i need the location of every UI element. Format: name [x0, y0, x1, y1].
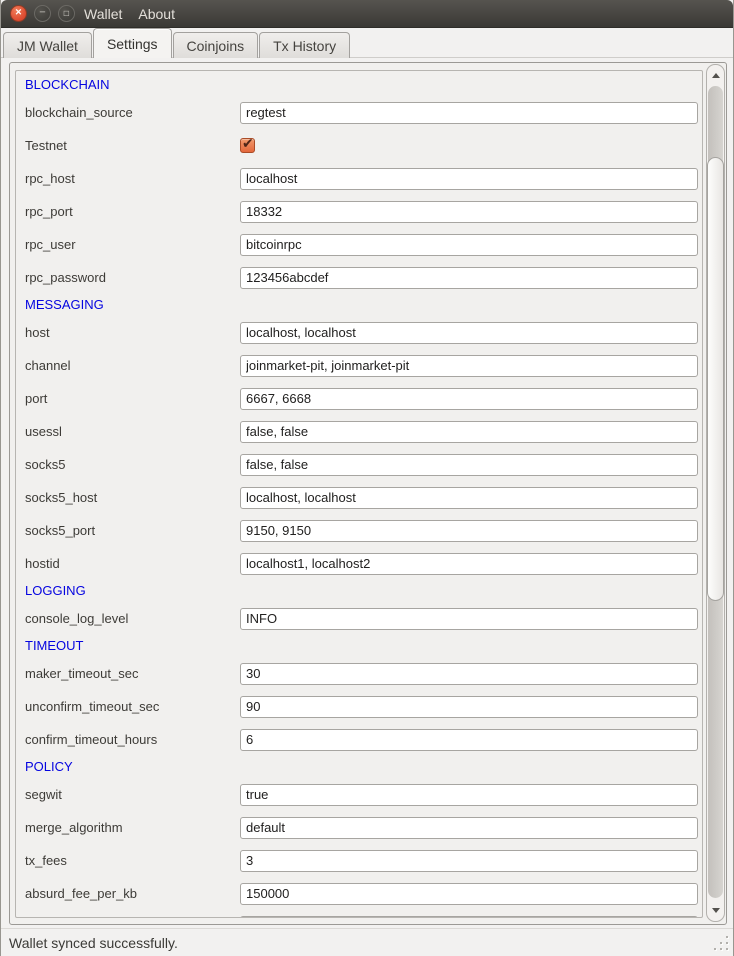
- settings-row: hostid: [16, 547, 702, 580]
- field-label: socks5_port: [25, 523, 240, 538]
- field-input[interactable]: [240, 102, 698, 124]
- field-input[interactable]: [240, 608, 698, 630]
- field-label: hostid: [25, 556, 240, 571]
- settings-row: rpc_port: [16, 195, 702, 228]
- tab-jm-wallet[interactable]: JM Wallet: [3, 32, 92, 58]
- field-input[interactable]: [240, 553, 698, 575]
- field-input[interactable]: [240, 916, 698, 919]
- settings-row: confirm_timeout_hours: [16, 723, 702, 756]
- field-label: port: [25, 391, 240, 406]
- field-input[interactable]: [240, 729, 698, 751]
- field-label: rpc_password: [25, 270, 240, 285]
- field-label: tx_fees: [25, 853, 240, 868]
- settings-row: absurd_fee_per_kb: [16, 877, 702, 910]
- menu-about[interactable]: About: [131, 2, 182, 26]
- field-input[interactable]: [240, 487, 698, 509]
- minimize-icon: −: [39, 8, 45, 19]
- field-input[interactable]: [240, 784, 698, 806]
- titlebar: × − ◻ Wallet About: [1, 0, 733, 28]
- tab-settings[interactable]: Settings: [93, 28, 172, 58]
- settings-row: [16, 910, 702, 918]
- vertical-scrollbar[interactable]: [706, 64, 725, 922]
- field-label: Testnet: [25, 138, 240, 153]
- settings-row: Testnet✔: [16, 129, 702, 162]
- field-input[interactable]: [240, 421, 698, 443]
- field-label: confirm_timeout_hours: [25, 732, 240, 747]
- field-input[interactable]: [240, 817, 698, 839]
- settings-row: port: [16, 382, 702, 415]
- field-label: segwit: [25, 787, 240, 802]
- maximize-button[interactable]: ◻: [58, 5, 75, 22]
- settings-pane: BLOCKCHAIN blockchain_source Testnet✔ rpc_h…: [1, 58, 733, 928]
- field-label: merge_algorithm: [25, 820, 240, 835]
- settings-row: rpc_user: [16, 228, 702, 261]
- field-input[interactable]: [240, 520, 698, 542]
- field-input[interactable]: [240, 168, 698, 190]
- section-header-messaging: MESSAGING: [16, 294, 702, 316]
- close-button[interactable]: ×: [10, 5, 27, 22]
- resize-grip[interactable]: [714, 936, 729, 951]
- testnet-checkbox[interactable]: ✔: [240, 138, 255, 153]
- scrollbar-thumb[interactable]: [707, 157, 724, 601]
- maximize-icon: ◻: [63, 9, 70, 17]
- tab-coinjoins[interactable]: Coinjoins: [173, 32, 259, 58]
- field-input[interactable]: [240, 234, 698, 256]
- settings-row: console_log_level: [16, 602, 702, 635]
- settings-row: channel: [16, 349, 702, 382]
- status-bar: Wallet synced successfully.: [1, 928, 733, 956]
- field-input[interactable]: [240, 883, 698, 905]
- status-text: Wallet synced successfully.: [9, 935, 178, 951]
- field-input[interactable]: [240, 850, 698, 872]
- field-label: rpc_host: [25, 171, 240, 186]
- field-label: rpc_user: [25, 237, 240, 252]
- settings-row: rpc_password: [16, 261, 702, 294]
- section-header-logging: LOGGING: [16, 580, 702, 602]
- wallet-window: × − ◻ Wallet About JM WalletSettingsCoin…: [0, 0, 734, 956]
- field-input[interactable]: [240, 696, 698, 718]
- section-header-blockchain: BLOCKCHAIN: [16, 74, 702, 96]
- field-input[interactable]: [240, 663, 698, 685]
- settings-row: blockchain_source: [16, 96, 702, 129]
- field-label: socks5_host: [25, 490, 240, 505]
- section-header-policy: POLICY: [16, 756, 702, 778]
- settings-row: merge_algorithm: [16, 811, 702, 844]
- field-input[interactable]: [240, 454, 698, 476]
- settings-row: rpc_host: [16, 162, 702, 195]
- settings-row: socks5_host: [16, 481, 702, 514]
- close-icon: ×: [15, 8, 21, 19]
- settings-row: socks5_port: [16, 514, 702, 547]
- field-input[interactable]: [240, 388, 698, 410]
- settings-row: usessl: [16, 415, 702, 448]
- settings-row: maker_timeout_sec: [16, 657, 702, 690]
- field-input[interactable]: [240, 267, 698, 289]
- minimize-button[interactable]: −: [34, 5, 51, 22]
- field-input[interactable]: [240, 355, 698, 377]
- field-input[interactable]: [240, 201, 698, 223]
- field-label: rpc_port: [25, 204, 240, 219]
- field-label: blockchain_source: [25, 105, 240, 120]
- checkmark-icon: ✔: [242, 135, 254, 152]
- scroll-up-arrow-icon[interactable]: [712, 73, 720, 78]
- menu-wallet[interactable]: Wallet: [77, 2, 129, 26]
- field-label: channel: [25, 358, 240, 373]
- tab-bar: JM WalletSettingsCoinjoinsTx History: [1, 28, 733, 58]
- field-label: console_log_level: [25, 611, 240, 626]
- field-label: socks5: [25, 457, 240, 472]
- field-label: usessl: [25, 424, 240, 439]
- settings-scroll-area: BLOCKCHAIN blockchain_source Testnet✔ rpc_h…: [9, 62, 727, 925]
- settings-row: socks5: [16, 448, 702, 481]
- settings-row: host: [16, 316, 702, 349]
- field-label: absurd_fee_per_kb: [25, 886, 240, 901]
- field-label: host: [25, 325, 240, 340]
- field-input[interactable]: [240, 322, 698, 344]
- settings-row: segwit: [16, 778, 702, 811]
- scroll-down-arrow-icon[interactable]: [712, 908, 720, 913]
- field-label: maker_timeout_sec: [25, 666, 240, 681]
- settings-row: unconfirm_timeout_sec: [16, 690, 702, 723]
- field-label: unconfirm_timeout_sec: [25, 699, 240, 714]
- section-header-timeout: TIMEOUT: [16, 635, 702, 657]
- tab-tx-history[interactable]: Tx History: [259, 32, 350, 58]
- settings-form: BLOCKCHAIN blockchain_source Testnet✔ rpc_h…: [15, 70, 703, 918]
- settings-row: tx_fees: [16, 844, 702, 877]
